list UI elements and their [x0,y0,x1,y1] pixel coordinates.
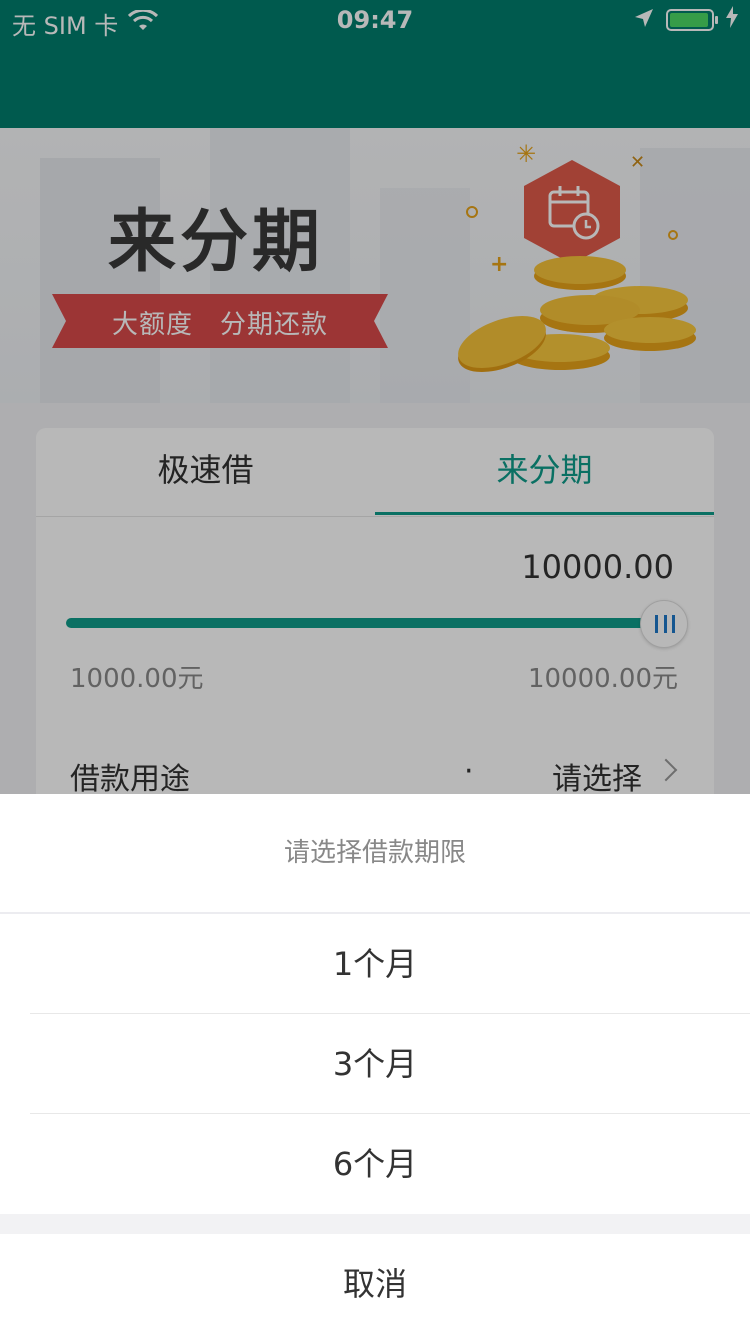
term-option-6-months[interactable]: 6个月 [0,1114,750,1214]
term-option-1-month[interactable]: 1个月 [0,914,750,1014]
cancel-button[interactable]: 取消 [0,1234,750,1334]
term-option-3-months[interactable]: 3个月 [0,1014,750,1114]
sheet-title: 请选择借款期限 [0,794,750,912]
term-action-sheet: 请选择借款期限 1个月 3个月 6个月 取消 [0,794,750,1334]
